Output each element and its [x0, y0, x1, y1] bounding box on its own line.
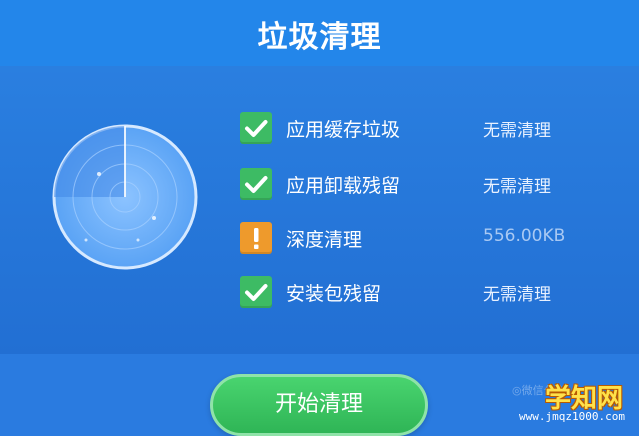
- watermark-url: www.jmqz1000.com: [519, 410, 625, 423]
- task-label: 深度清理: [286, 229, 363, 251]
- task-label: 应用缓存垃圾: [286, 119, 401, 141]
- task-row-uninstall-residue: 应用卸载残留 无需清理: [240, 166, 600, 202]
- task-row-install-package: 安装包残留 无需清理: [240, 274, 600, 310]
- task-label: 安装包残留: [286, 283, 382, 305]
- radar-scan-icon: [50, 122, 200, 276]
- task-status: 无需清理: [483, 177, 551, 197]
- header-bar: 垃圾清理: [0, 0, 639, 66]
- exclamation-icon: [240, 222, 272, 254]
- checkmark-icon: [240, 112, 272, 144]
- task-row-app-cache: 应用缓存垃圾 无需清理: [240, 110, 600, 146]
- watermark-logo: 学知网 www.jmqz1000.com: [505, 378, 629, 430]
- app-screen: 垃圾清理 应用缓存垃圾 无需清理 应用卸载残留 无需清理 深度清理 556.00…: [0, 0, 639, 436]
- start-clean-button[interactable]: 开始清理: [210, 374, 428, 436]
- page-title: 垃圾清理: [257, 20, 382, 55]
- task-row-deep-clean: 深度清理 556.00KB: [240, 220, 600, 256]
- task-status: 无需清理: [483, 121, 551, 141]
- task-status: 无需清理: [483, 285, 551, 305]
- checkmark-icon: [240, 168, 272, 200]
- task-size: 556.00KB: [483, 226, 566, 246]
- checkmark-icon: [240, 276, 272, 308]
- task-label: 应用卸载残留: [286, 175, 401, 197]
